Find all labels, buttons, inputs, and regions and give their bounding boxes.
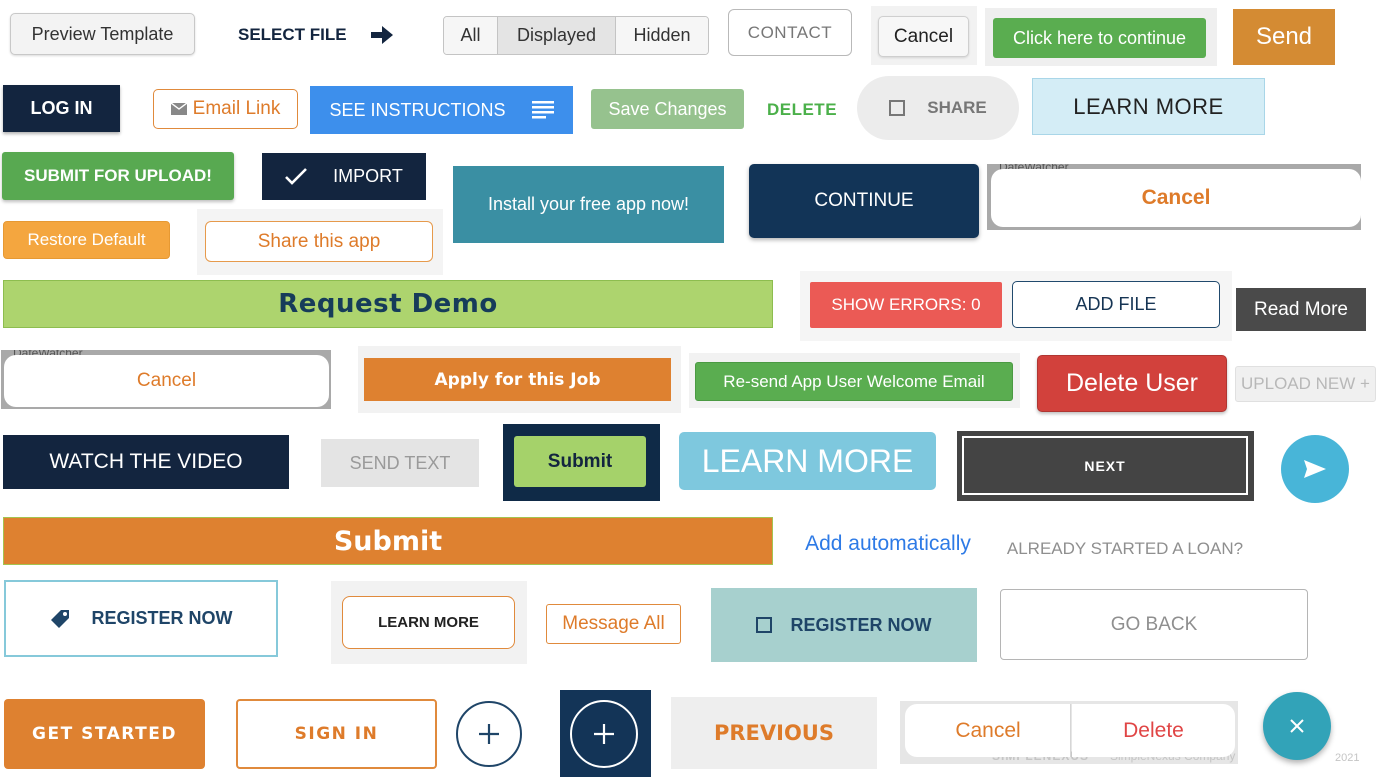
register-now-button[interactable]: REGISTER NOW — [4, 580, 278, 657]
envelope-icon — [170, 103, 187, 115]
plus-icon — [593, 723, 615, 745]
learn-more-button-light[interactable]: LEARN MORE — [1032, 78, 1265, 135]
send-fab-button[interactable] — [1281, 435, 1349, 503]
register-now-teal-button[interactable]: REGISTER NOW — [711, 588, 977, 662]
share-this-app-button[interactable]: Share this app — [205, 221, 433, 262]
see-instructions-label: SEE INSTRUCTIONS — [329, 99, 506, 120]
save-changes-button[interactable]: Save Changes — [591, 89, 744, 129]
contact-button[interactable]: CONTACT — [728, 9, 852, 56]
delete-user-button[interactable]: Delete User — [1037, 355, 1227, 412]
segment-hidden-label: Hidden — [633, 25, 691, 45]
go-back-button[interactable]: GO BACK — [1000, 589, 1308, 660]
add-file-button[interactable]: ADD FILE — [1012, 281, 1220, 328]
register-now-teal-label: REGISTER NOW — [790, 614, 932, 635]
delete-action-button[interactable]: Delete — [1072, 704, 1235, 757]
checkbox-icon — [889, 100, 906, 116]
email-link-label: Email Link — [192, 98, 281, 119]
select-file-label: SELECT FILE — [238, 25, 347, 44]
send-icon — [1304, 460, 1326, 478]
check-icon — [285, 168, 308, 185]
email-link-button[interactable]: Email Link — [153, 89, 298, 129]
read-more-button[interactable]: Read More — [1236, 288, 1366, 331]
register-now-label: REGISTER NOW — [91, 608, 233, 628]
cancel-button[interactable]: Cancel — [878, 16, 969, 57]
restore-default-button[interactable]: Restore Default — [3, 221, 170, 259]
add-circle-button[interactable] — [456, 701, 522, 767]
message-all-button[interactable]: Message All — [546, 604, 681, 644]
import-label: IMPORT — [333, 166, 403, 186]
watch-the-video-button[interactable]: WATCH THE VIDEO — [3, 435, 289, 489]
next-button[interactable]: NEXT — [962, 436, 1248, 495]
submit-button-small[interactable]: Submit — [514, 436, 646, 487]
share-label: SHARE — [927, 98, 987, 117]
install-app-button[interactable]: Install your free app now! — [453, 166, 724, 243]
add-circle-button-dark[interactable] — [570, 700, 638, 768]
send-text-button[interactable]: SEND TEXT — [321, 439, 479, 487]
checkbox-icon — [756, 617, 773, 633]
continue-button[interactable]: CONTINUE — [749, 164, 979, 238]
segment-displayed[interactable]: Displayed — [498, 17, 616, 54]
previous-button[interactable]: PREVIOUS — [671, 697, 877, 769]
import-button[interactable]: IMPORT — [262, 153, 426, 200]
learn-more-button-sky[interactable]: LEARN MORE — [679, 432, 936, 490]
arrow-right-icon — [370, 26, 393, 44]
already-started-loan-link[interactable]: ALREADY STARTED A LOAN? — [994, 533, 1256, 565]
cancel-sheet-button[interactable]: Cancel — [991, 169, 1361, 227]
cancel-sheet-button-2[interactable]: Cancel — [4, 355, 329, 407]
segmented-control: All Displayed Hidden — [443, 16, 709, 55]
get-started-button[interactable]: GET STARTED — [4, 699, 205, 769]
segment-displayed-label: Displayed — [516, 25, 597, 45]
click-here-to-continue-button[interactable]: Click here to continue — [993, 18, 1206, 58]
upload-new-button[interactable]: UPLOAD NEW + — [1235, 366, 1376, 402]
submit-button-wide[interactable]: Submit — [3, 517, 773, 565]
segment-hidden[interactable]: Hidden — [616, 17, 708, 54]
log-in-button[interactable]: LOG IN — [3, 85, 120, 132]
learn-more-button-outline[interactable]: LEARN MORE — [342, 596, 515, 649]
delete-button[interactable]: DELETE — [760, 92, 844, 128]
plus-icon — [478, 723, 500, 745]
request-demo-button[interactable]: Request Demo — [3, 280, 773, 328]
segment-all[interactable]: All — [444, 17, 498, 54]
cancel-action-button[interactable]: Cancel — [905, 704, 1071, 757]
list-icon — [531, 101, 554, 119]
apply-for-job-button[interactable]: Apply for this Job — [364, 358, 671, 401]
share-button[interactable]: SHARE — [857, 76, 1019, 140]
add-automatically-link[interactable]: Add automatically — [791, 527, 985, 561]
segment-all-label: All — [460, 25, 481, 45]
resend-welcome-email-button[interactable]: Re-send App User Welcome Email — [695, 362, 1013, 401]
preview-template-button[interactable]: Preview Template — [10, 13, 195, 55]
footer-year: 2021 — [1335, 752, 1360, 764]
close-fab-button[interactable] — [1263, 692, 1331, 760]
see-instructions-button[interactable]: SEE INSTRUCTIONS — [310, 86, 573, 134]
show-errors-button[interactable]: SHOW ERRORS: 0 — [810, 282, 1002, 328]
submit-for-upload-button[interactable]: SUBMIT FOR UPLOAD! — [2, 152, 234, 200]
sign-in-button[interactable]: SIGN IN — [236, 699, 437, 769]
tag-icon — [49, 608, 71, 630]
close-icon — [1290, 719, 1304, 733]
select-file-button[interactable]: SELECT FILE — [228, 15, 403, 55]
send-button[interactable]: Send — [1233, 9, 1335, 65]
action-divider — [1070, 704, 1071, 757]
